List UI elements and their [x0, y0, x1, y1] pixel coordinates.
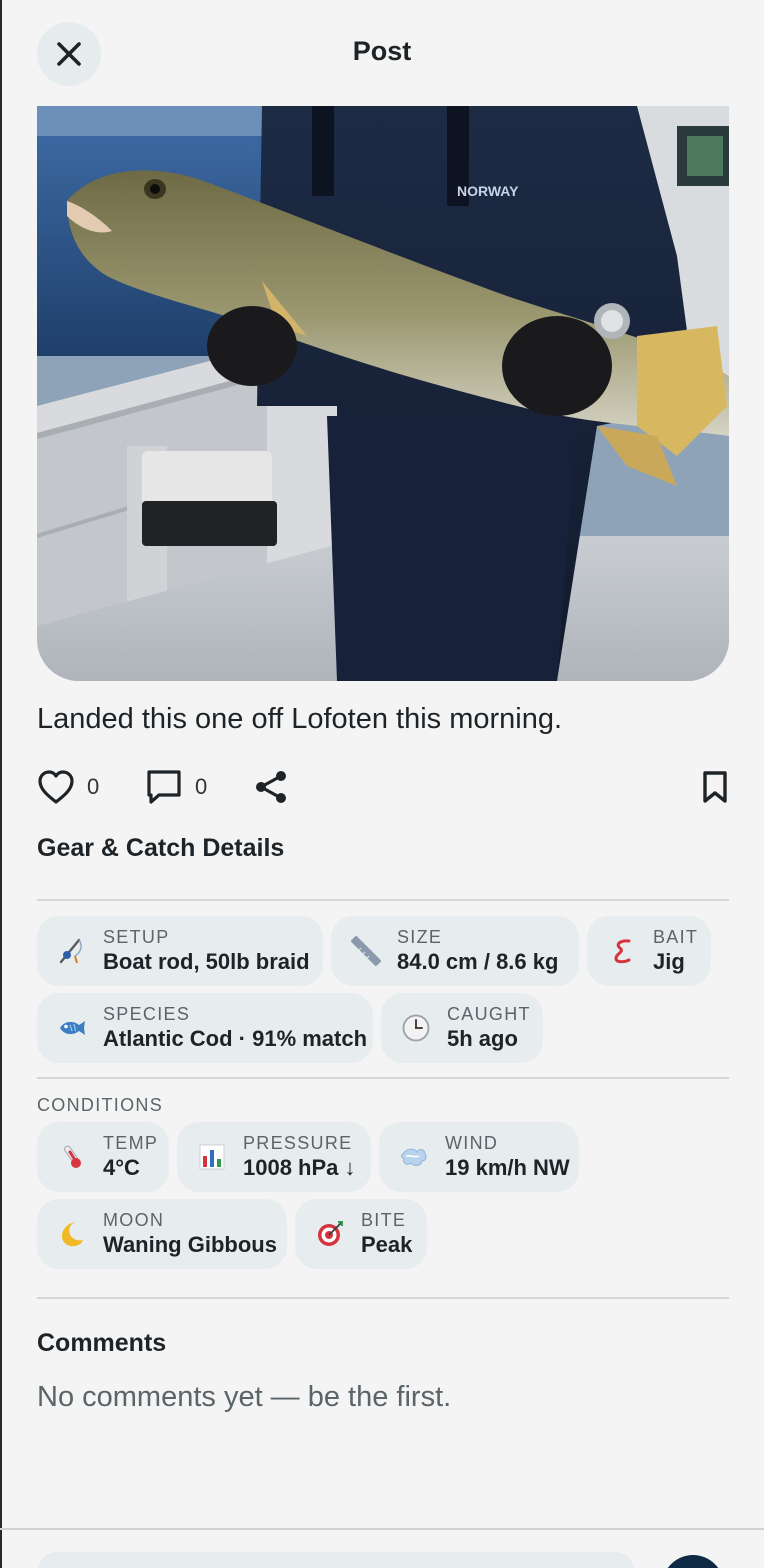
composer-divider [0, 1528, 764, 1530]
chip-bite[interactable]: BITE Peak [295, 1199, 427, 1269]
chip-wind[interactable]: WIND 19 km/h NW [379, 1122, 579, 1192]
chip-value: 84.0 cm / 8.6 kg [397, 949, 559, 975]
post-photo[interactable]: NORWAY [37, 106, 729, 681]
conditions-row-2: MOON Waning Gibbous BITE Peak [37, 1199, 427, 1269]
chip-species[interactable]: SPECIES Atlantic Cod · 91% match [37, 993, 373, 1063]
chip-label: WIND [445, 1132, 499, 1153]
comments-title: Comments [37, 1329, 167, 1357]
gear-row-2: SPECIES Atlantic Cod · 91% match CAUGHT … [37, 993, 543, 1063]
thermometer-icon [55, 1140, 89, 1174]
chip-moon[interactable]: MOON Waning Gibbous [37, 1199, 287, 1269]
gear-row-1: SETUP Boat rod, 50lb braid SIZE 84.0 cm … [37, 916, 711, 986]
chip-temp[interactable]: TEMP 4°C [37, 1122, 169, 1192]
fish-icon [55, 1011, 89, 1045]
bar-chart-icon [195, 1140, 229, 1174]
chip-value: 4°C [103, 1155, 140, 1181]
chip-label: SETUP [103, 926, 170, 947]
divider [37, 1297, 729, 1299]
left-edge [0, 0, 2, 1568]
chip-value: Atlantic Cod · 91% match [103, 1026, 368, 1052]
comment-button[interactable]: 0 [145, 764, 207, 810]
chip-label: PRESSURE [243, 1132, 353, 1153]
chip-value: 19 km/h NW [445, 1155, 570, 1181]
comment-input[interactable] [37, 1552, 635, 1568]
chip-caught[interactable]: CAUGHT 5h ago [381, 993, 543, 1063]
chip-label: SPECIES [103, 1003, 191, 1024]
bookmark-icon [703, 771, 727, 803]
brand-logo: NORWAY [457, 183, 519, 199]
comment-icon [147, 770, 181, 804]
conditions-row-1: TEMP 4°C PRESSURE 1008 hPa ↓ WIND 19 km/… [37, 1122, 579, 1192]
chip-value: Peak [361, 1232, 413, 1258]
chip-value: 5h ago [447, 1026, 518, 1052]
send-button[interactable] [662, 1555, 724, 1568]
page-title: Post [352, 36, 412, 66]
moon-icon [55, 1217, 89, 1251]
header: Post [0, 0, 764, 106]
heart-icon [38, 770, 74, 804]
fishing-rod-icon [55, 934, 89, 968]
chip-size[interactable]: SIZE 84.0 cm / 8.6 kg [331, 916, 579, 986]
wind-icon [397, 1140, 431, 1174]
chip-label: SIZE [397, 926, 443, 947]
like-button[interactable]: 0 [37, 764, 99, 810]
chip-pressure[interactable]: PRESSURE 1008 hPa ↓ [177, 1122, 371, 1192]
chip-setup[interactable]: SETUP Boat rod, 50lb braid [37, 916, 323, 986]
chip-label: BAIT [653, 926, 699, 947]
post-caption: Landed this one off Lofoten this morning… [37, 703, 563, 735]
worm-icon [605, 934, 639, 968]
post-actions: 0 0 [37, 764, 729, 810]
chip-value: Waning Gibbous [103, 1232, 277, 1258]
comments-empty-state: No comments yet — be the first. [37, 1381, 452, 1413]
chip-label: MOON [103, 1209, 165, 1230]
catch-photo-illustration: NORWAY [37, 106, 729, 681]
chip-value: Boat rod, 50lb braid [103, 949, 310, 975]
chip-label: TEMP [103, 1132, 159, 1153]
conditions-label: CONDITIONS [37, 1095, 164, 1115]
share-button[interactable] [253, 764, 289, 810]
divider [37, 899, 729, 901]
gear-section-title: Gear & Catch Details [37, 834, 285, 862]
comment-count: 0 [195, 774, 208, 799]
ruler-icon [349, 934, 383, 968]
chip-value: 1008 hPa ↓ [243, 1155, 356, 1181]
like-count: 0 [87, 774, 100, 799]
chip-label: CAUGHT [447, 1003, 531, 1024]
bookmark-button[interactable] [701, 764, 729, 810]
chip-bait[interactable]: BAIT Jig [587, 916, 711, 986]
divider [37, 1077, 729, 1079]
target-icon [313, 1217, 347, 1251]
chip-label: BITE [361, 1209, 407, 1230]
chip-value: Jig [653, 949, 685, 975]
clock-icon [399, 1011, 433, 1045]
share-icon [256, 771, 286, 803]
